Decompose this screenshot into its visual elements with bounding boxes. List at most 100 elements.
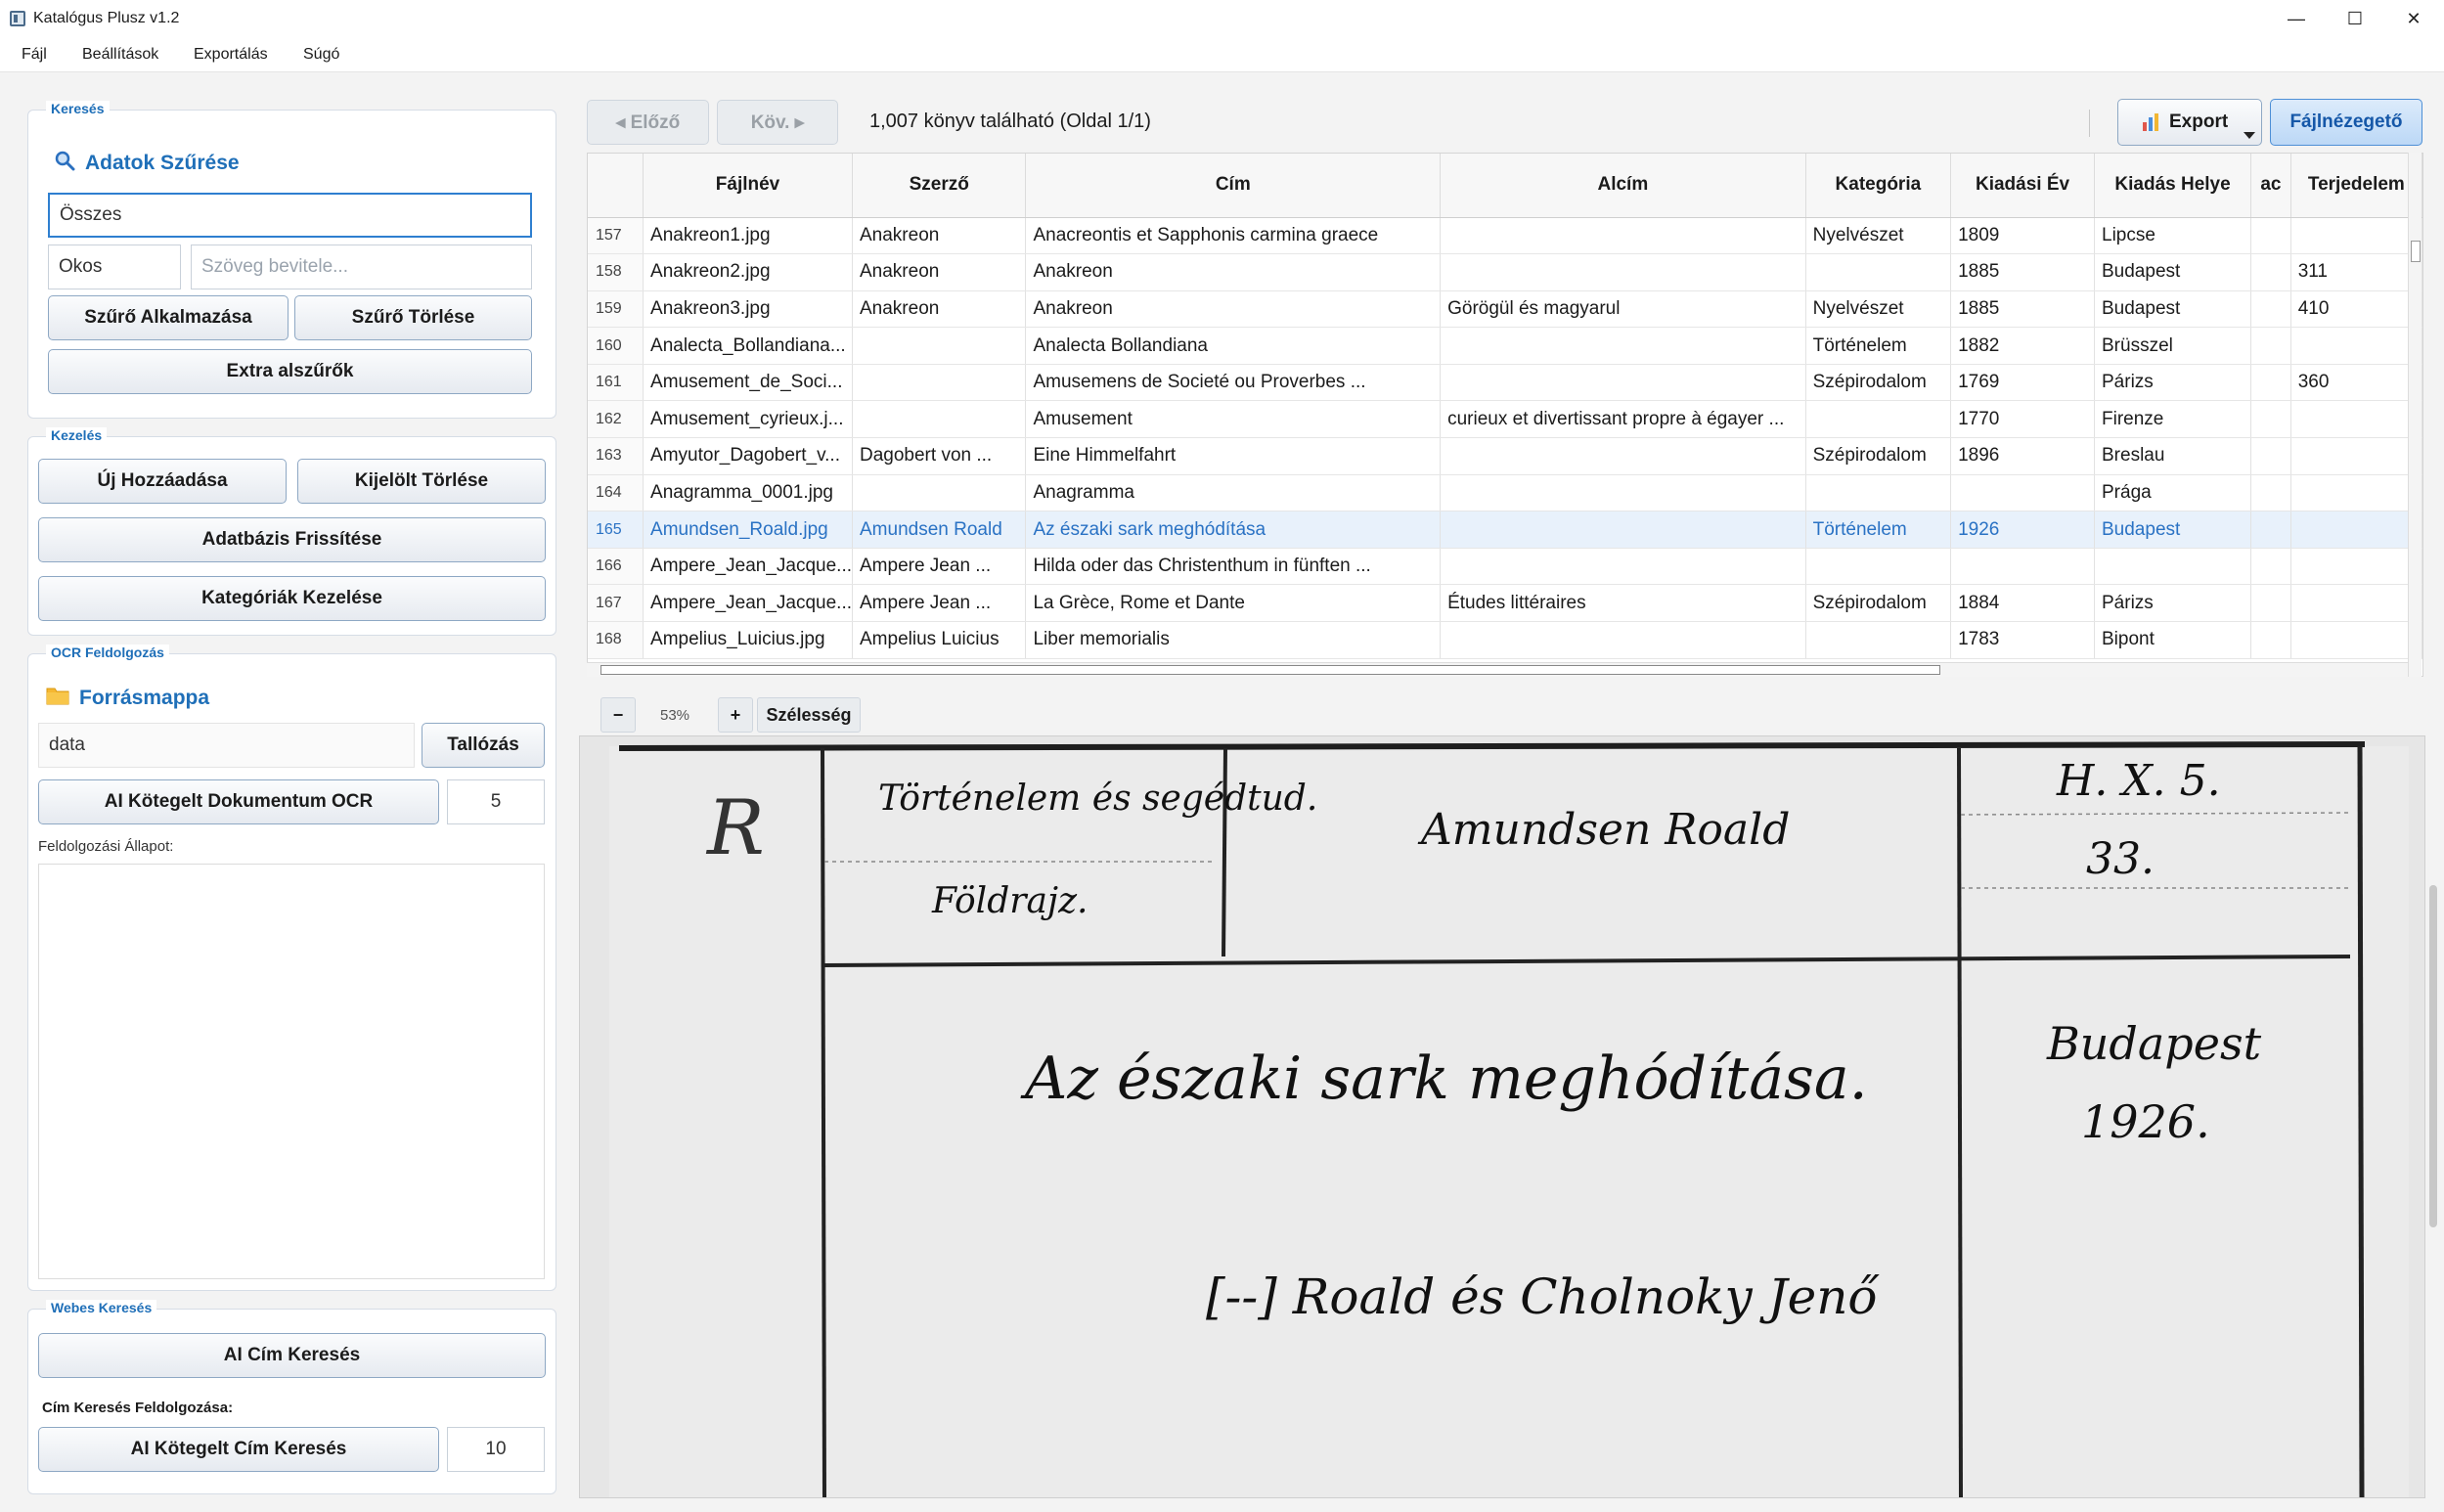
table-cell[interactable] (2250, 584, 2291, 623)
table-cell[interactable]: Breslau (2094, 437, 2252, 475)
table-cell[interactable]: Anakreon2.jpg (643, 253, 853, 291)
filter-scope-select[interactable]: Összes (48, 193, 532, 238)
table-cell[interactable]: Bipont (2094, 621, 2252, 659)
table-cell[interactable] (2290, 474, 2422, 512)
clear-filter-button[interactable]: Szűrő Törlése (294, 295, 532, 340)
table-cell[interactable]: Firenze (2094, 400, 2252, 439)
table-cell[interactable]: Anakreon (852, 217, 1027, 255)
table-cell[interactable]: curieux et divertissant propre à égayer … (1440, 400, 1806, 439)
table-cell[interactable]: Az északi sark meghódítása (1025, 511, 1442, 549)
table-cell[interactable] (2290, 621, 2422, 659)
table-cell[interactable]: Amusement_de_Soci... (643, 364, 853, 402)
table-cell[interactable] (1440, 474, 1806, 512)
row-number[interactable]: 157 (588, 217, 644, 255)
row-number[interactable]: 162 (588, 400, 644, 439)
table-cell[interactable] (1805, 621, 1952, 659)
table-cell[interactable]: Amyutor_Dagobert_v... (643, 437, 853, 475)
table-cell[interactable]: Történelem (1805, 511, 1952, 549)
table-cell[interactable]: 1769 (1950, 364, 2095, 402)
row-number[interactable]: 164 (588, 474, 644, 512)
table-cell[interactable]: 1882 (1950, 327, 2095, 365)
table-row[interactable]: 164 Anagramma_0001.jpg Anagramma Prága (588, 474, 2422, 512)
table-cell[interactable]: Prága (2094, 474, 2252, 512)
table-cell[interactable]: 360 (2290, 364, 2422, 402)
row-number[interactable]: 159 (588, 290, 644, 329)
table-cell[interactable] (852, 474, 1027, 512)
table-cell[interactable] (2250, 621, 2291, 659)
table-cell[interactable] (2290, 400, 2422, 439)
table-cell[interactable] (1440, 548, 1806, 586)
table-cell[interactable] (2250, 437, 2291, 475)
table-cell[interactable]: Szépirodalom (1805, 437, 1952, 475)
table-cell[interactable] (2290, 437, 2422, 475)
table-cell[interactable]: Nyelvészet (1805, 290, 1952, 329)
menu-file[interactable]: Fájl (22, 46, 47, 64)
table-cell[interactable] (2094, 548, 2252, 586)
table-cell[interactable]: Budapest (2094, 253, 2252, 291)
table-row[interactable]: 159 Anakreon3.jpg Anakreon Anakreon Görögül … (588, 290, 2422, 329)
table-cell[interactable]: Ampere_Jean_Jacque... (643, 548, 853, 586)
search-mode-select[interactable]: Okos (48, 245, 181, 289)
zoom-in-button[interactable]: + (718, 697, 753, 733)
table-cell[interactable]: Dagobert von ... (852, 437, 1027, 475)
table-cell[interactable] (2250, 327, 2291, 365)
scanned-card-viewer[interactable]: R Történelem és segédtud. Földrajz. Amun… (579, 735, 2425, 1498)
ai-title-search-button[interactable]: AI Cím Keresés (38, 1333, 546, 1378)
table-cell[interactable]: 1896 (1950, 437, 2095, 475)
source-folder-input[interactable]: data (38, 723, 415, 768)
table-cell[interactable] (2290, 511, 2422, 549)
table-cell[interactable]: Görögül és magyarul (1440, 290, 1806, 329)
table-row[interactable]: 161 Amusement_de_Soci... Amusemens de Soci… (588, 364, 2422, 402)
delete-selected-button[interactable]: Kijelölt Törlése (297, 459, 546, 504)
table-cell[interactable]: 1884 (1950, 584, 2095, 623)
table-cell[interactable] (2250, 253, 2291, 291)
table-cell[interactable]: Brüsszel (2094, 327, 2252, 365)
close-button[interactable]: ✕ (2384, 0, 2443, 37)
table-cell[interactable] (1440, 217, 1806, 255)
table-cell[interactable] (2250, 548, 2291, 586)
refresh-database-button[interactable]: Adatbázis Frissítése (38, 517, 546, 562)
table-row[interactable]: 163 Amyutor_Dagobert_v... Dagobert von ...… (588, 437, 2422, 475)
row-number[interactable]: 160 (588, 327, 644, 365)
table-cell[interactable]: Történelem (1805, 327, 1952, 365)
column-header[interactable]: ac (2250, 154, 2291, 218)
table-cell[interactable]: 1885 (1950, 253, 2095, 291)
table-horizontal-scroll-thumb[interactable] (600, 665, 1940, 675)
table-cell[interactable] (1440, 511, 1806, 549)
table-cell[interactable] (1805, 400, 1952, 439)
table-cell[interactable]: 1783 (1950, 621, 2095, 659)
next-page-button[interactable]: Köv. ▸ (717, 100, 838, 145)
apply-filter-button[interactable]: Szűrő Alkalmazása (48, 295, 289, 340)
column-header[interactable] (588, 154, 644, 218)
table-cell[interactable]: 1926 (1950, 511, 2095, 549)
table-cell[interactable] (1805, 548, 1952, 586)
table-cell[interactable] (1440, 253, 1806, 291)
row-number[interactable]: 166 (588, 548, 644, 586)
ocr-batch-size-input[interactable]: 5 (447, 779, 545, 824)
table-cell[interactable]: Anakreon (852, 253, 1027, 291)
table-cell[interactable]: Anagramma_0001.jpg (643, 474, 853, 512)
books-table[interactable]: Fájlnév Szerző Cím Alcím Kategória Kiadási Év… (587, 153, 2423, 677)
table-cell[interactable]: Hilda oder das Christenthum in fünften .… (1025, 548, 1442, 586)
table-vertical-scroll-thumb[interactable] (2411, 241, 2421, 262)
file-viewer-button[interactable]: Fájlnézegető (2270, 99, 2422, 146)
column-header[interactable]: Cím (1025, 154, 1442, 218)
row-number[interactable]: 158 (588, 253, 644, 291)
table-cell[interactable] (2290, 548, 2422, 586)
table-cell[interactable] (2250, 474, 2291, 512)
zoom-out-button[interactable]: − (600, 697, 636, 733)
table-cell[interactable]: Lipcse (2094, 217, 2252, 255)
table-vertical-scrollbar[interactable] (2408, 153, 2422, 677)
table-cell[interactable]: Ampelius_Luicius.jpg (643, 621, 853, 659)
table-horizontal-scrollbar[interactable] (587, 662, 2408, 677)
column-header[interactable]: Fájlnév (643, 154, 853, 218)
table-cell[interactable]: La Grèce, Rome et Dante (1025, 584, 1442, 623)
table-cell[interactable]: Párizs (2094, 584, 2252, 623)
table-cell[interactable]: Párizs (2094, 364, 2252, 402)
table-cell[interactable] (852, 327, 1027, 365)
table-cell[interactable] (2250, 364, 2291, 402)
table-row[interactable]: 158 Anakreon2.jpg Anakreon Anakreon 1885 Buda… (588, 253, 2422, 291)
table-row[interactable]: 160 Analecta_Bollandiana... Analecta Bolla… (588, 327, 2422, 365)
row-number[interactable]: 167 (588, 584, 644, 623)
table-cell[interactable]: Amusemens de Societé ou Proverbes ... (1025, 364, 1442, 402)
